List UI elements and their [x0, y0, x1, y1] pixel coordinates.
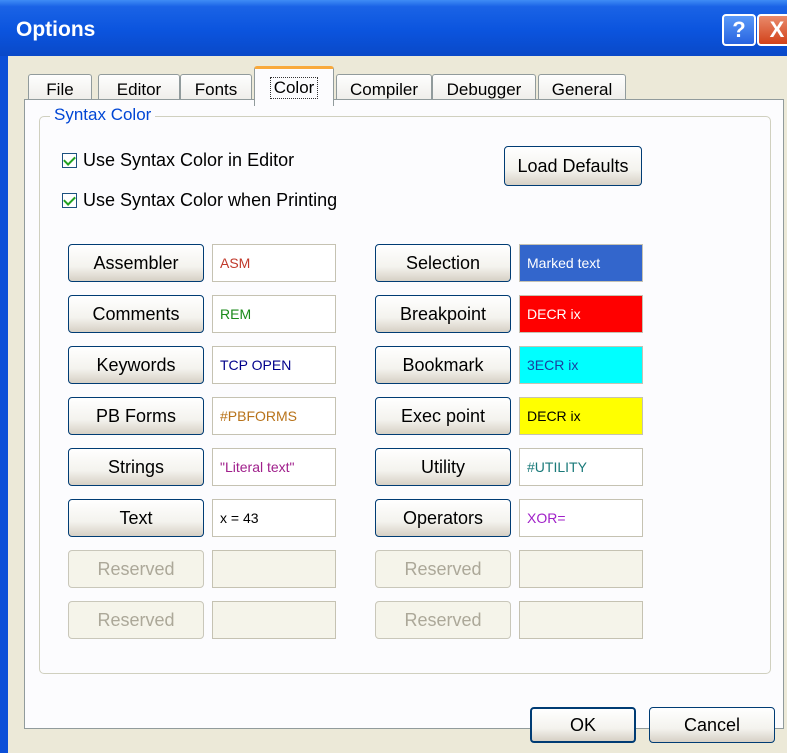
tab-label: Compiler: [349, 79, 419, 99]
breakpoint-color-sample: DECR ix: [519, 295, 643, 333]
color-tab-panel: Syntax Color Use Syntax Color in Editor …: [24, 99, 784, 729]
cancel-button[interactable]: Cancel: [649, 707, 775, 743]
reserved-color-sample: [519, 550, 643, 588]
checkbox-label: Use Syntax Color in Editor: [83, 150, 295, 170]
dialog-body: File Editor Fonts Color Compiler Debugge…: [8, 56, 787, 753]
bookmark-color-sample: 3ECR ix: [519, 346, 643, 384]
tab-color[interactable]: Color: [254, 66, 334, 106]
exec-point-color-button[interactable]: Exec point: [375, 397, 511, 435]
tab-label: General: [551, 79, 613, 99]
text-color-sample: x = 43: [212, 499, 336, 537]
strings-color-sample: "Literal text": [212, 448, 336, 486]
pb-forms-color-button[interactable]: PB Forms: [68, 397, 204, 435]
title-bar[interactable]: Options ? X: [0, 0, 787, 56]
reserved-color-button: Reserved: [375, 550, 511, 588]
keywords-color-sample: TCP OPEN: [212, 346, 336, 384]
reserved-color-button: Reserved: [68, 601, 204, 639]
exec-point-color-sample: DECR ix: [519, 397, 643, 435]
operators-color-sample: XOR=: [519, 499, 643, 537]
group-title: Syntax Color: [50, 105, 156, 125]
load-defaults-button[interactable]: Load Defaults: [504, 146, 642, 186]
syntax-color-group: Syntax Color Use Syntax Color in Editor …: [39, 105, 771, 674]
close-button[interactable]: X: [757, 14, 787, 46]
utility-color-sample: #UTILITY: [519, 448, 643, 486]
comments-color-sample: REM: [212, 295, 336, 333]
checkbox-label: Use Syntax Color when Printing: [83, 190, 338, 210]
checkbox-checked-icon: [62, 193, 77, 208]
reserved-color-sample: [212, 550, 336, 588]
comments-color-button[interactable]: Comments: [68, 295, 204, 333]
text-color-button[interactable]: Text: [68, 499, 204, 537]
assembler-color-button[interactable]: Assembler: [68, 244, 204, 282]
breakpoint-color-button[interactable]: Breakpoint: [375, 295, 511, 333]
use-syntax-color-editor-checkbox[interactable]: Use Syntax Color in Editor: [62, 150, 294, 171]
utility-color-button[interactable]: Utility: [375, 448, 511, 486]
options-dialog: Options ? X File Editor Fonts Color Comp…: [0, 0, 787, 753]
tab-label: Color: [269, 76, 319, 99]
reserved-color-sample: [519, 601, 643, 639]
reserved-color-button: Reserved: [375, 601, 511, 639]
help-button[interactable]: ?: [722, 14, 756, 46]
selection-color-sample: Marked text: [519, 244, 643, 282]
reserved-color-sample: [212, 601, 336, 639]
window-title: Options: [16, 18, 96, 41]
tab-label: Fonts: [194, 79, 238, 99]
tab-label: Debugger: [446, 79, 522, 99]
keywords-color-button[interactable]: Keywords: [68, 346, 204, 384]
tab-label: Editor: [116, 79, 162, 99]
assembler-color-sample: ASM: [212, 244, 336, 282]
bookmark-color-button[interactable]: Bookmark: [375, 346, 511, 384]
pb-forms-color-sample: #PBFORMS: [212, 397, 336, 435]
strings-color-button[interactable]: Strings: [68, 448, 204, 486]
reserved-color-button: Reserved: [68, 550, 204, 588]
use-syntax-color-printing-checkbox[interactable]: Use Syntax Color when Printing: [62, 190, 337, 211]
ok-button[interactable]: OK: [530, 707, 636, 743]
checkbox-checked-icon: [62, 153, 77, 168]
selection-color-button[interactable]: Selection: [375, 244, 511, 282]
tab-label: File: [46, 79, 74, 99]
operators-color-button[interactable]: Operators: [375, 499, 511, 537]
